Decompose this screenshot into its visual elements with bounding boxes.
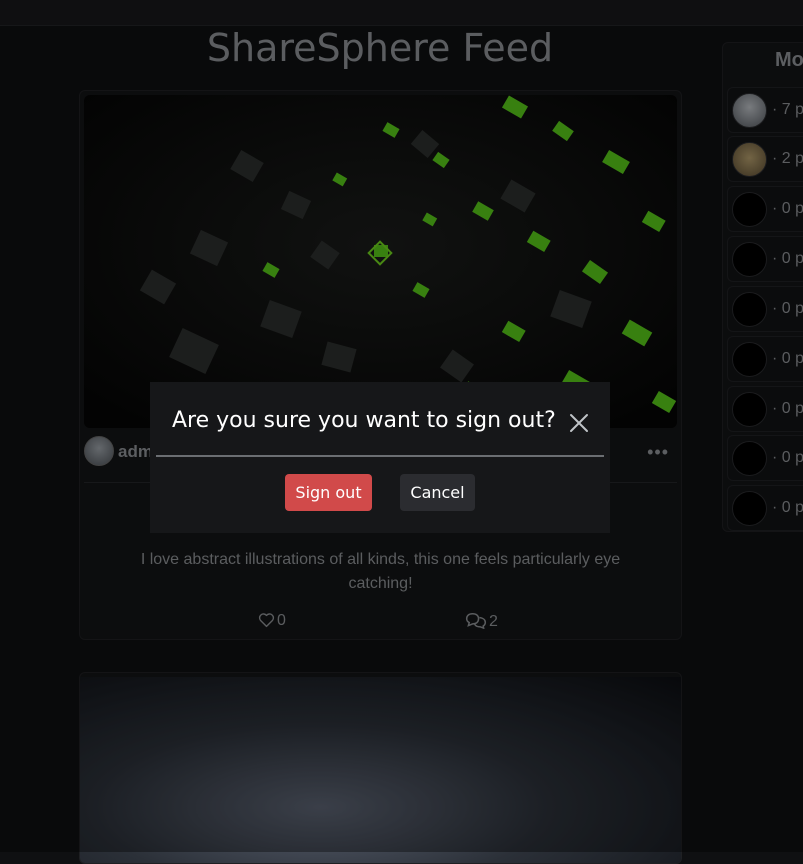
sign-out-button[interactable]: Sign out (285, 474, 372, 511)
dialog-title: Are you sure you want to sign out? (172, 408, 556, 433)
sign-out-dialog: Are you sure you want to sign out? Sign … (150, 382, 610, 533)
close-icon[interactable] (568, 412, 590, 434)
cancel-button[interactable]: Cancel (400, 474, 475, 511)
dialog-divider (156, 455, 604, 457)
